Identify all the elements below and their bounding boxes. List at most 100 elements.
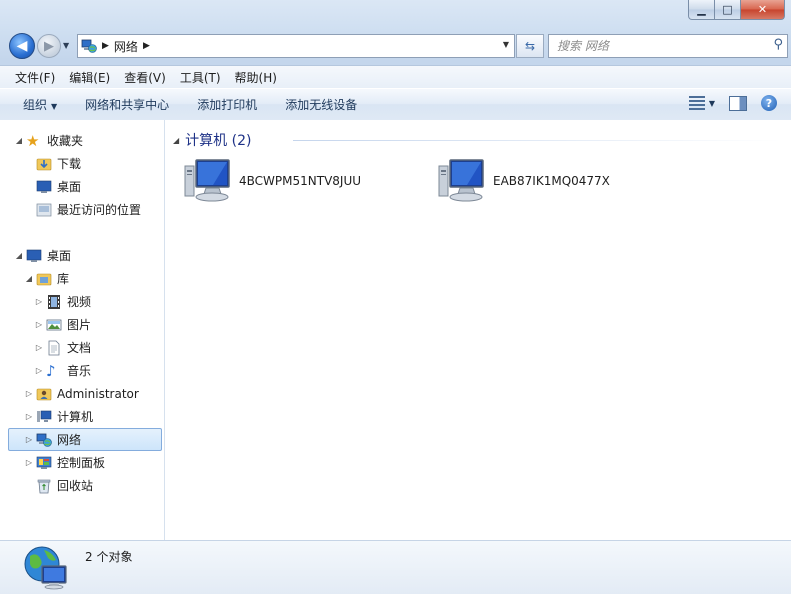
tree-label: 桌面 [57, 180, 82, 194]
tree-item-recycle-bin[interactable]: 回收站 [24, 475, 93, 496]
library-folder-icon [36, 271, 52, 287]
computer-name: 4BCWPM51NTV8JUU [239, 174, 362, 188]
star-icon: ★ [26, 131, 40, 150]
group-header-computers[interactable]: ◢ 计算机 (2) [173, 130, 251, 150]
tree-item-computer[interactable]: ▷ 计算机 [24, 406, 93, 427]
tree-label: 最近访问的位置 [57, 203, 142, 217]
user-folder-icon [36, 386, 52, 402]
collapsed-arrow-icon[interactable]: ▷ [24, 389, 34, 398]
collapsed-arrow-icon[interactable]: ▷ [34, 343, 44, 352]
breadcrumb-separator-icon[interactable]: ▶ [102, 41, 109, 51]
expanded-arrow-icon[interactable]: ◢ [14, 136, 24, 145]
network-computer-item[interactable]: EAB87IK1MQ0477X [437, 156, 610, 206]
expanded-arrow-icon[interactable]: ◢ [173, 136, 179, 145]
view-options-dropdown-icon[interactable]: ▼ [709, 99, 715, 108]
search-input[interactable] [555, 37, 759, 55]
network-sharing-center-button[interactable]: 网络和共享中心 [71, 96, 183, 113]
expanded-arrow-icon[interactable]: ◢ [24, 274, 34, 283]
menu-file[interactable]: 文件(F) [0, 69, 62, 86]
collapsed-arrow-icon[interactable]: ▷ [24, 412, 34, 421]
item-count: 2 个对象 [85, 550, 133, 564]
collapsed-arrow-icon[interactable]: ▷ [34, 366, 44, 375]
control-panel-icon [36, 455, 52, 471]
refresh-icon: ⇆ [524, 39, 536, 53]
address-bar[interactable]: ▶ 网络 ▶ ▼ [77, 34, 515, 58]
tree-item-downloads[interactable]: 下载 [24, 153, 81, 174]
tree-label: 视频 [67, 295, 92, 309]
add-wireless-device-button[interactable]: 添加无线设备 [271, 96, 371, 113]
help-icon[interactable]: ? [761, 95, 777, 111]
tree-item-favorites[interactable]: ◢ ★ 收藏夹 [14, 130, 83, 151]
tree-item-music[interactable]: ▷ ♪ 音乐 [34, 360, 91, 381]
content-pane: ◢ 计算机 (2) 4BCWPM51NTV8JUU EAB87IK1MQ0477… [165, 120, 791, 540]
forward-button[interactable]: ▶ [37, 34, 61, 58]
tree-label: 桌面 [47, 249, 72, 263]
collapsed-arrow-icon[interactable]: ▷ [34, 320, 44, 329]
menu-bar: 文件(F) 编辑(E) 查看(V) 工具(T) 帮助(H) [0, 65, 791, 88]
search-icon[interactable]: ⚲ [773, 37, 783, 52]
desktop-icon [36, 179, 52, 195]
network-computer-icon [438, 159, 484, 202]
tree-label: 下载 [57, 157, 82, 171]
breadcrumb-network[interactable]: 网络 [114, 38, 138, 55]
tree-item-control-panel[interactable]: ▷ 控制面板 [24, 452, 105, 473]
search-box[interactable]: ⚲ [548, 34, 788, 58]
chevron-down-icon: ▼ [51, 102, 58, 111]
group-divider [293, 140, 781, 141]
preview-pane-icon[interactable] [729, 95, 747, 111]
tree-label: Administrator [57, 386, 139, 401]
add-printer-button[interactable]: 添加打印机 [183, 96, 271, 113]
network-computer-icon [184, 159, 230, 202]
network-computer-item[interactable]: 4BCWPM51NTV8JUU [183, 156, 361, 206]
tree-item-desktop[interactable]: ◢ 桌面 [14, 245, 71, 266]
tree-label: 文档 [67, 341, 92, 355]
tree-label: 计算机 [57, 410, 94, 424]
document-icon [46, 340, 62, 356]
collapsed-arrow-icon[interactable]: ▷ [34, 297, 44, 306]
downloads-folder-icon [36, 156, 52, 172]
tree-item-administrator[interactable]: ▷ Administrator [24, 383, 139, 404]
tree-label: 控制面板 [57, 456, 106, 470]
tree-label: 收藏夹 [47, 134, 84, 148]
navigation-bar: ◀ ▶ ▼ ▶ 网络 ▶ ▼ ⇆ ⚲ [0, 30, 791, 62]
network-icon [81, 39, 97, 53]
close-button[interactable]: ✕ [741, 0, 785, 20]
details-pane: 2 个对象 [0, 540, 791, 594]
tree-label: 回收站 [57, 479, 94, 493]
computer-icon [36, 409, 52, 425]
menu-help[interactable]: 帮助(H) [228, 69, 284, 86]
tree-item-pictures[interactable]: ▷ 图片 [34, 314, 91, 335]
menu-view[interactable]: 查看(V) [117, 69, 173, 86]
back-button[interactable]: ◀ [9, 33, 35, 59]
address-dropdown-icon[interactable]: ▼ [503, 40, 509, 49]
music-note-icon: ♪ [46, 361, 56, 380]
tree-item-libraries[interactable]: ◢ 库 [24, 268, 69, 289]
tree-item-recent-places[interactable]: 最近访问的位置 [24, 199, 141, 220]
network-globe-icon [24, 546, 67, 590]
tree-item-network[interactable]: ▷ 网络 [8, 428, 162, 451]
navigation-pane: ◢ ★ 收藏夹 下载 桌面 最近访问的位置 ◢ 桌面 ◢ 库 ▷ 视频 ▷ 图片… [0, 120, 165, 540]
recent-pages-dropdown-icon[interactable]: ▼ [63, 41, 69, 50]
refresh-button[interactable]: ⇆ [516, 34, 544, 58]
maximize-button[interactable]: □ [715, 0, 741, 20]
group-label: 计算机 (2) [185, 133, 252, 149]
command-bar-right: ▼ ? [688, 95, 777, 111]
tree-label: 网络 [57, 433, 82, 447]
tree-item-videos[interactable]: ▷ 视频 [34, 291, 91, 312]
recycle-bin-icon [36, 478, 52, 494]
change-view-icon[interactable] [688, 96, 705, 110]
menu-edit[interactable]: 编辑(E) [62, 69, 117, 86]
tree-label: 音乐 [67, 364, 92, 378]
tree-item-documents[interactable]: ▷ 文档 [34, 337, 91, 358]
menu-tools[interactable]: 工具(T) [173, 69, 228, 86]
caption-buttons: ▁ □ ✕ [688, 0, 785, 20]
computer-name: EAB87IK1MQ0477X [493, 174, 610, 188]
tree-item-desktop-favorite[interactable]: 桌面 [24, 176, 81, 197]
breadcrumb-separator-icon[interactable]: ▶ [143, 41, 150, 51]
expanded-arrow-icon[interactable]: ◢ [14, 251, 24, 260]
organize-label: 组织 [23, 98, 48, 112]
collapsed-arrow-icon[interactable]: ▷ [24, 435, 34, 444]
organize-button[interactable]: 组织 ▼ [0, 96, 71, 113]
minimize-button[interactable]: ▁ [688, 0, 715, 20]
collapsed-arrow-icon[interactable]: ▷ [24, 458, 34, 467]
